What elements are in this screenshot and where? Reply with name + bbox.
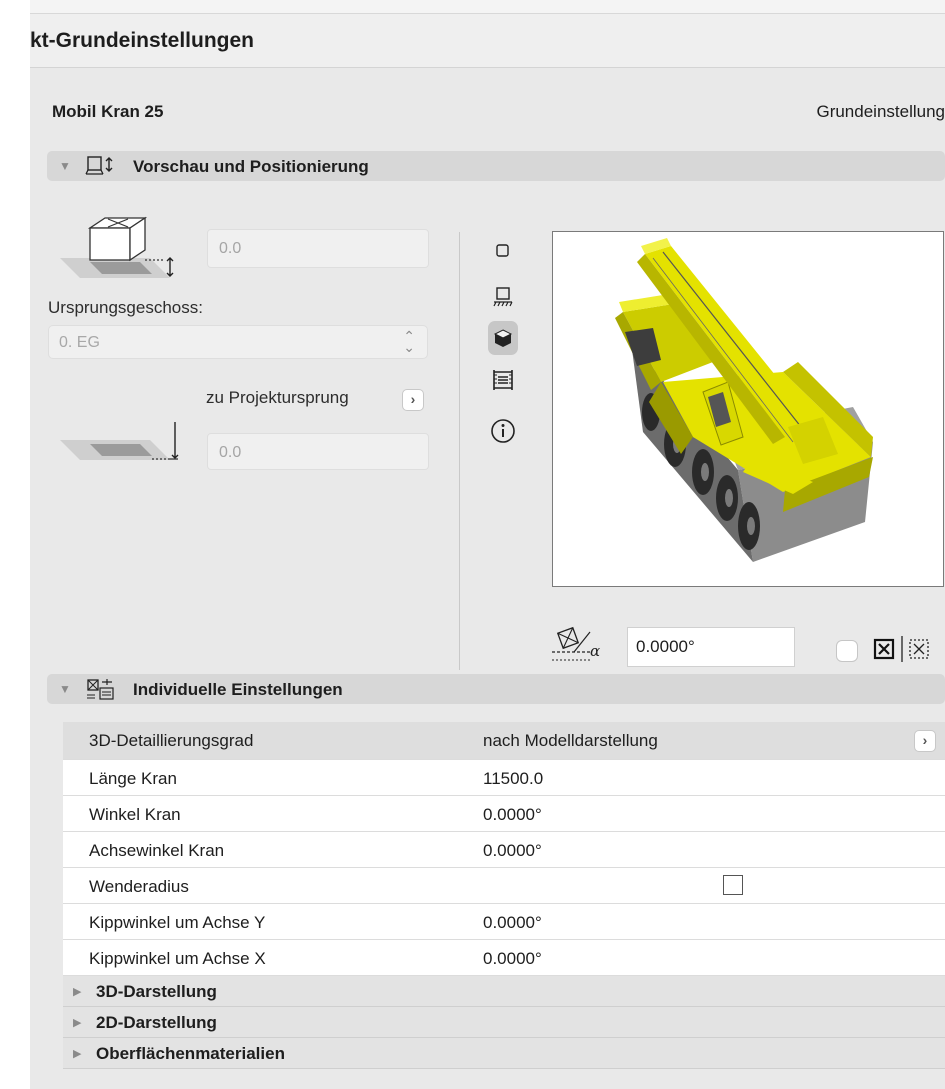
rotation-angle-input[interactable]: 0.0000° bbox=[627, 627, 795, 667]
group-name: 2D-Darstellung bbox=[96, 1013, 217, 1032]
turning-radius-checkbox[interactable] bbox=[723, 875, 743, 895]
up-down-chevron-icon: ⌃ ⌄ bbox=[403, 328, 415, 355]
mobile-crane-preview bbox=[615, 238, 873, 562]
object-name: Mobil Kran 25 bbox=[52, 102, 164, 121]
param-value[interactable]: 11500.0 bbox=[483, 769, 543, 789]
table-row[interactable]: Kippwinkel um Achse Y 0.0000° bbox=[63, 904, 945, 940]
mirror-icon bbox=[873, 638, 895, 660]
table-row[interactable]: Wenderadius bbox=[63, 868, 945, 904]
info-icon bbox=[491, 419, 515, 443]
svg-text:α: α bbox=[590, 642, 600, 660]
mirror-dashed-icon bbox=[909, 639, 929, 659]
detail-level-chevron-button[interactable]: › bbox=[914, 730, 936, 752]
params-section-icon bbox=[87, 679, 114, 700]
floor-plan-view-button[interactable] bbox=[488, 236, 518, 266]
disclosure-open-icon[interactable]: ▼ bbox=[59, 159, 71, 173]
plane-elevation-icon bbox=[60, 440, 180, 460]
param-name: Wenderadius bbox=[89, 877, 189, 896]
param-value[interactable]: nach Modelldarstellung bbox=[483, 731, 658, 751]
disclosure-open-icon[interactable]: ▼ bbox=[59, 682, 71, 696]
box-elevation-icon bbox=[60, 216, 174, 278]
param-name: Kippwinkel um Achse X bbox=[89, 949, 266, 968]
down-arrow-icon bbox=[170, 422, 179, 460]
window-top-strip bbox=[0, 0, 945, 14]
params-section-title: Individuelle Einstellungen bbox=[133, 680, 343, 699]
preview-section-header[interactable]: ▼ Vorschau und Positionierung bbox=[47, 151, 945, 181]
table-row[interactable]: Länge Kran 11500.0 bbox=[63, 760, 945, 796]
param-name: Winkel Kran bbox=[89, 805, 181, 824]
disclosure-closed-icon[interactable]: ▶ bbox=[73, 985, 81, 998]
disclosure-closed-icon[interactable]: ▶ bbox=[73, 1047, 81, 1060]
param-value[interactable]: 0.0000° bbox=[483, 949, 542, 969]
object-settings-dialog: kt-Grundeinstellungen Mobil Kran 25 Grun… bbox=[30, 14, 945, 1089]
mirror-checkbox[interactable] bbox=[836, 640, 858, 662]
project-zero-field[interactable]: 0.0 bbox=[207, 433, 429, 470]
table-row[interactable]: 3D-Detaillierungsgrad nach Modelldarstel… bbox=[63, 722, 945, 760]
rotation-angle-icon: α bbox=[552, 626, 600, 661]
section-view-button[interactable] bbox=[488, 281, 518, 311]
info-button[interactable] bbox=[488, 416, 518, 446]
table-row[interactable]: Kippwinkel um Achse X 0.0000° bbox=[63, 940, 945, 976]
story-label: Ursprungsgeschoss: bbox=[48, 298, 203, 317]
param-name: Achsewinkel Kran bbox=[89, 841, 225, 860]
dialog-title: kt-Grundeinstellungen bbox=[30, 29, 255, 52]
story-select[interactable]: 0. EG ⌃ ⌄ bbox=[48, 325, 428, 359]
project-zero-label: zu Projektursprung bbox=[206, 388, 349, 407]
3d-view-icon bbox=[493, 329, 513, 347]
left-window-edge bbox=[0, 0, 30, 1089]
group-row[interactable]: ▶ 3D-Darstellung bbox=[63, 976, 945, 1007]
mirror-icons bbox=[873, 636, 929, 662]
group-row[interactable]: ▶ 2D-Darstellung bbox=[63, 1007, 945, 1038]
disclosure-closed-icon[interactable]: ▶ bbox=[73, 1016, 81, 1029]
preset-name[interactable]: Grundeinstellung bbox=[816, 102, 945, 122]
elevation-field[interactable]: 0.0 bbox=[207, 229, 429, 268]
param-value[interactable]: 0.0000° bbox=[483, 805, 542, 825]
params-section-header[interactable]: ▼ Individuelle Einstellungen bbox=[47, 674, 945, 704]
group-name: 3D-Darstellung bbox=[96, 982, 217, 1001]
section-preview-icon bbox=[85, 156, 113, 175]
section-divider bbox=[459, 232, 460, 670]
elevation-view-button[interactable] bbox=[488, 365, 518, 395]
param-name: Kippwinkel um Achse Y bbox=[89, 913, 266, 932]
dialog-title-bar: kt-Grundeinstellungen bbox=[30, 14, 945, 68]
param-value[interactable]: 0.0000° bbox=[483, 913, 542, 933]
story-select-value: 0. EG bbox=[59, 334, 100, 351]
param-value[interactable]: 0.0000° bbox=[483, 841, 542, 861]
object-preview[interactable] bbox=[552, 231, 944, 587]
parameter-table: 3D-Detaillierungsgrad nach Modelldarstel… bbox=[63, 722, 945, 1069]
group-name: Oberflächenmaterialien bbox=[96, 1044, 285, 1063]
group-row[interactable]: ▶ Oberflächenmaterialien bbox=[63, 1038, 945, 1069]
3d-view-button[interactable] bbox=[488, 321, 518, 355]
elevation-view-icon bbox=[493, 370, 513, 390]
project-zero-toggle-button[interactable]: › bbox=[402, 389, 424, 411]
param-name: Länge Kran bbox=[89, 769, 177, 788]
preview-section-title: Vorschau und Positionierung bbox=[133, 157, 369, 176]
table-row[interactable]: Winkel Kran 0.0000° bbox=[63, 796, 945, 832]
floor-plan-view-icon bbox=[496, 244, 509, 257]
param-name: 3D-Detaillierungsgrad bbox=[89, 731, 254, 750]
section-view-icon bbox=[493, 287, 513, 307]
table-row[interactable]: Achsewinkel Kran 0.0000° bbox=[63, 832, 945, 868]
